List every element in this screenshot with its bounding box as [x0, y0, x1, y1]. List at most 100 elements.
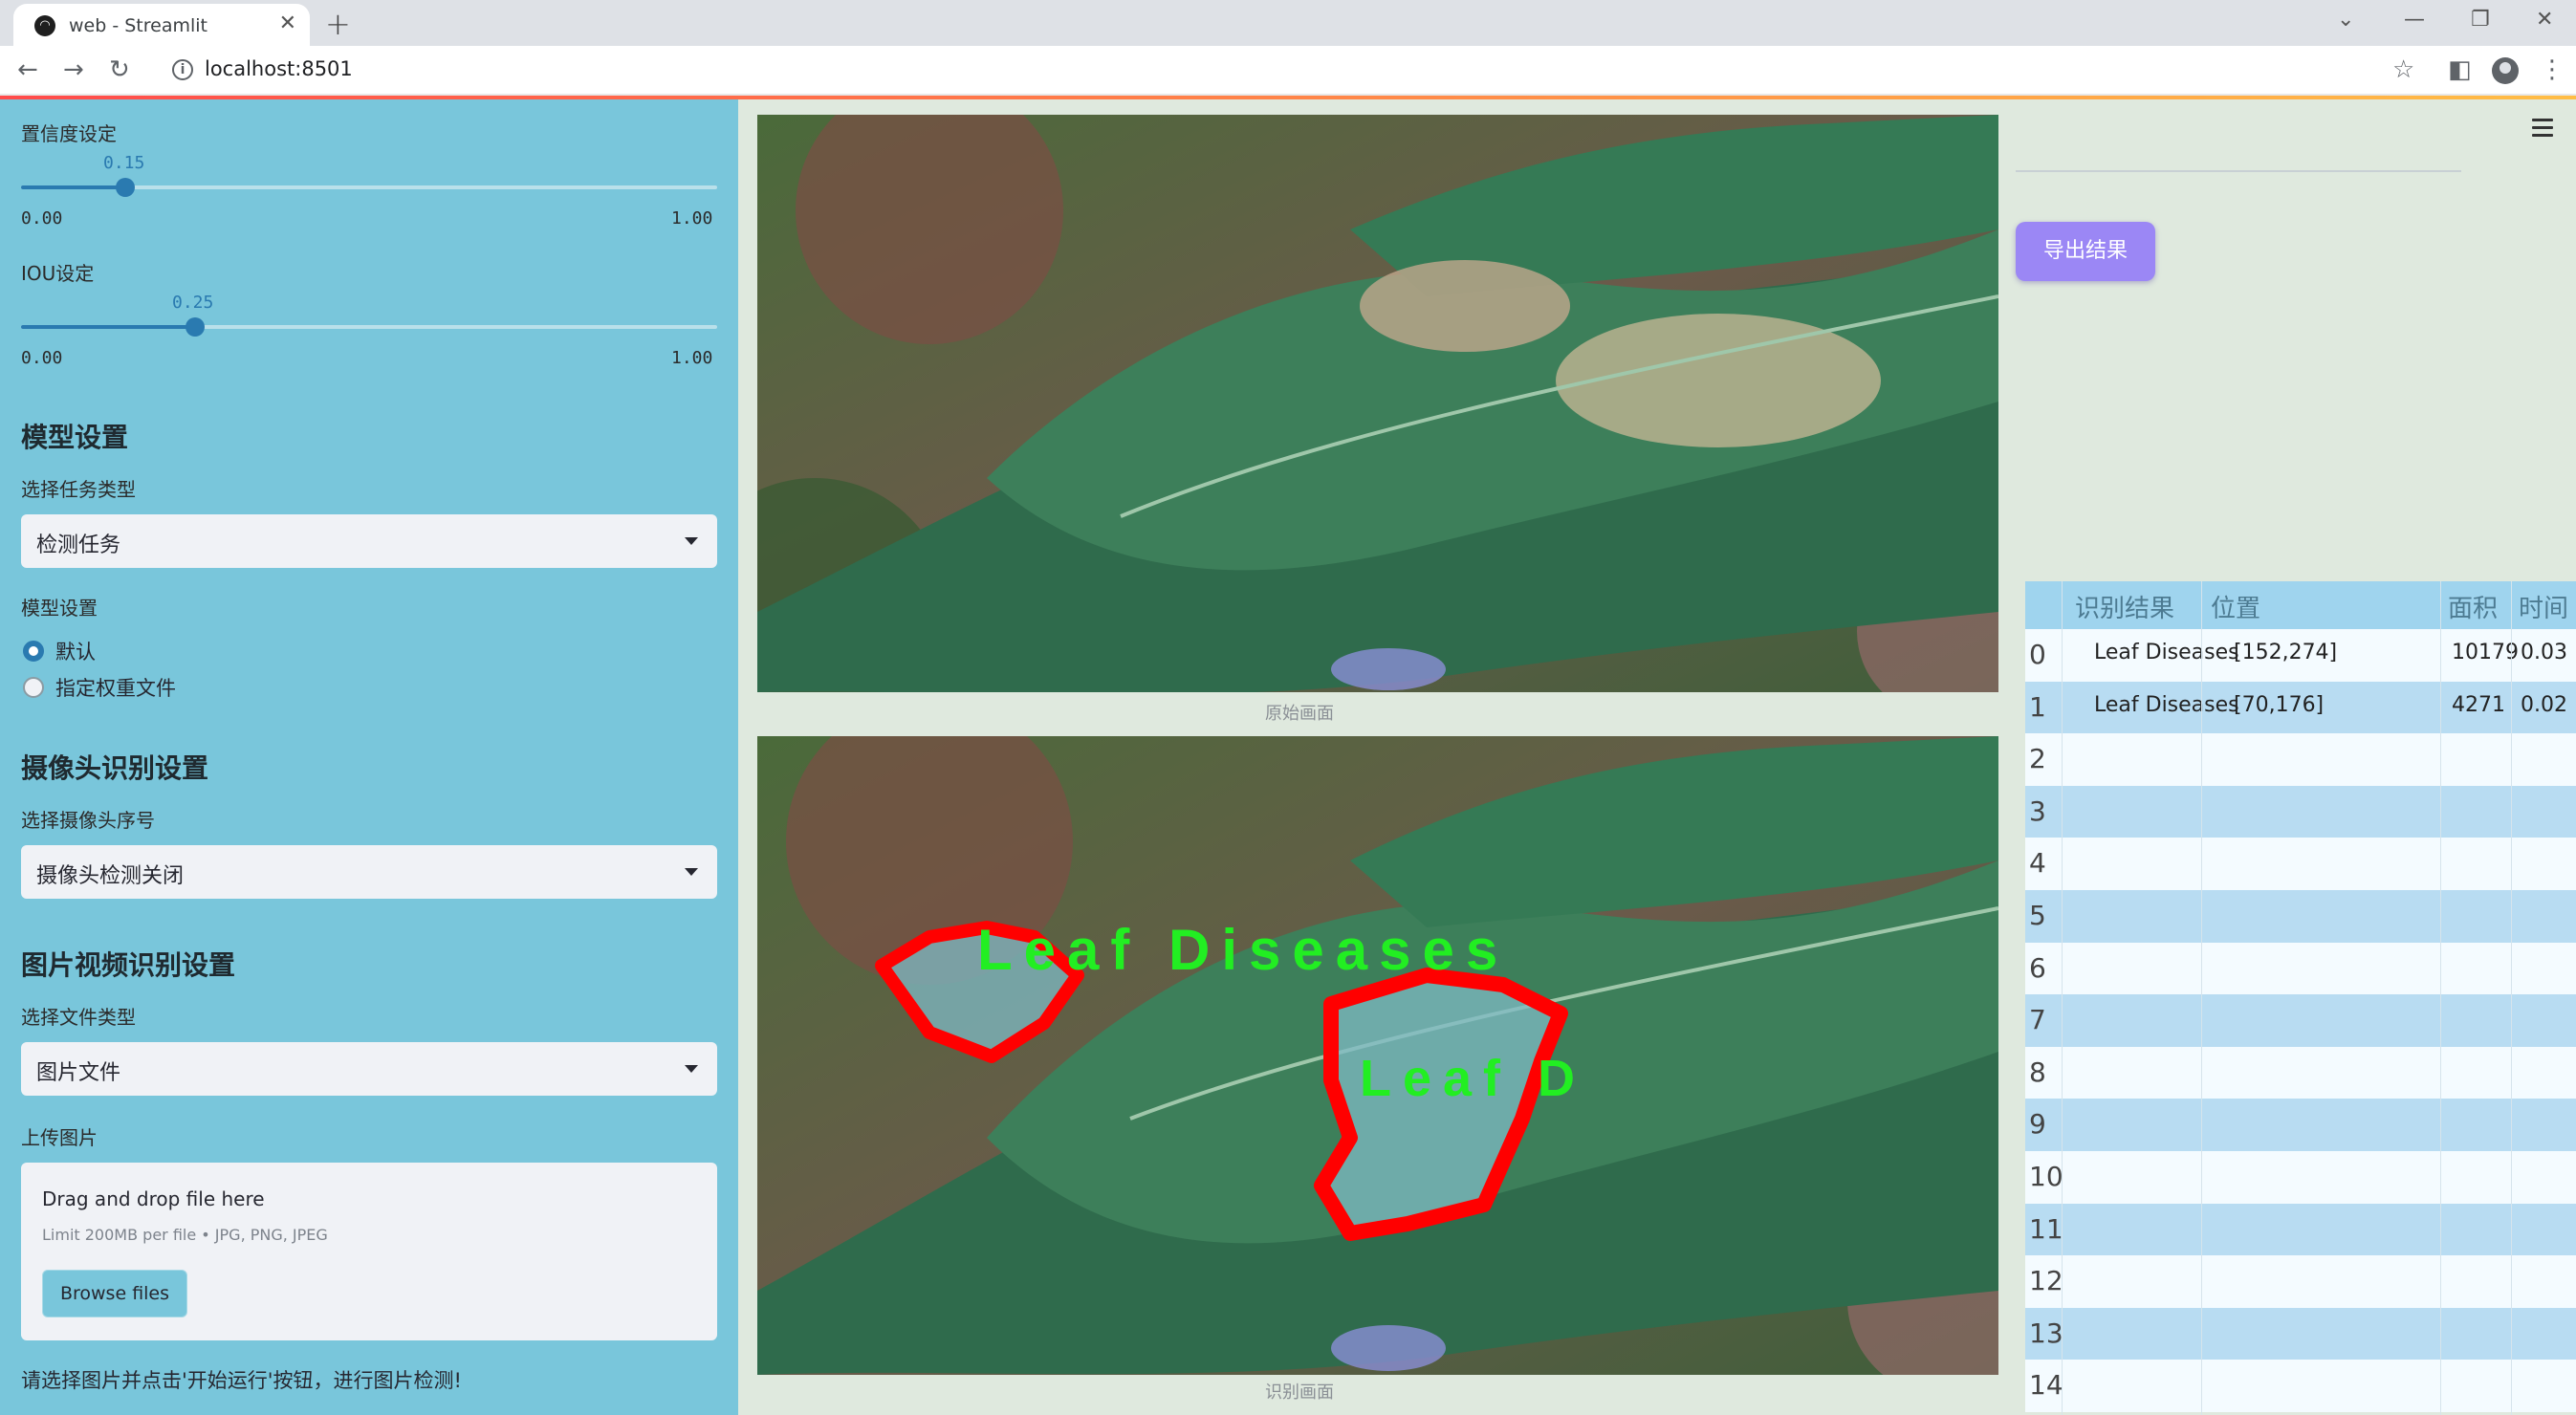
task-select[interactable]: 检测任务: [21, 514, 717, 568]
results-table: 识别结果 位置 面积 时间 0 Leaf Diseases [152,274] 101…: [2025, 581, 2576, 1415]
table-row[interactable]: 1 Leaf Diseases [70,176] 4271 0.02: [2025, 681, 2576, 734]
iou-slider-thumb[interactable]: [186, 317, 205, 337]
table-row[interactable]: 12: [2025, 1255, 2576, 1308]
model-heading: 模型设置: [21, 422, 129, 453]
col-time[interactable]: 时间: [2519, 589, 2568, 624]
confidence-slider-thumb[interactable]: [116, 178, 135, 197]
window-close-icon[interactable]: ✕: [2536, 8, 2553, 32]
back-icon[interactable]: ←: [17, 55, 38, 84]
chevron-down-icon: [685, 537, 698, 545]
detection-label: Leaf Diseases: [977, 918, 1509, 982]
col-area[interactable]: 面积: [2448, 589, 2498, 624]
table-row[interactable]: 10: [2025, 1151, 2576, 1204]
table-row[interactable]: 13: [2025, 1307, 2576, 1361]
reload-icon[interactable]: ↻: [109, 55, 130, 84]
star-icon[interactable]: ☆: [2392, 55, 2414, 84]
camera-select[interactable]: 摄像头检测关闭: [21, 845, 717, 899]
col-separator: [2511, 581, 2512, 1415]
upload-label: 上传图片: [21, 1126, 98, 1149]
minimize-icon[interactable]: —: [2404, 8, 2425, 32]
cell-position: [70,176]: [2234, 692, 2325, 717]
table-row[interactable]: 0 Leaf Diseases [152,274] 10179 0.03: [2025, 629, 2576, 682]
table-row[interactable]: 3: [2025, 785, 2576, 838]
hamburger-icon[interactable]: [2532, 119, 2553, 142]
chevron-down-icon: [685, 868, 698, 876]
radio-weights-file[interactable]: [23, 677, 44, 698]
iou-slider-fill: [21, 325, 195, 329]
file-type-label: 选择文件类型: [21, 1006, 136, 1029]
confidence-max: 1.00: [671, 208, 713, 229]
export-results-button[interactable]: 导出结果: [2016, 222, 2155, 281]
cell-time: 0.02: [2521, 692, 2567, 717]
iou-max: 1.00: [671, 348, 713, 368]
row-index: 12: [2029, 1265, 2063, 1297]
upload-dropzone-text: Drag and drop file here: [42, 1187, 265, 1210]
menu-icon[interactable]: ⋮: [2540, 55, 2565, 84]
file-uploader[interactable]: Drag and drop file here Limit 200MB per …: [21, 1163, 717, 1340]
close-icon[interactable]: ✕: [279, 11, 296, 35]
profile-icon[interactable]: [2492, 57, 2519, 84]
model-label: 模型设置: [21, 597, 98, 620]
table-row[interactable]: 14: [2025, 1360, 2576, 1412]
row-index: 11: [2029, 1212, 2063, 1245]
table-row[interactable]: 2: [2025, 733, 2576, 786]
browser-tab[interactable]: ◠ web - Streamlit ✕: [13, 4, 310, 46]
col-separator: [2201, 581, 2202, 1415]
sidebar-icon[interactable]: ◧: [2448, 55, 2472, 84]
iou-min: 0.00: [21, 348, 63, 368]
confidence-min: 0.00: [21, 208, 63, 229]
cell-area: 10179: [2452, 641, 2519, 664]
tab-title: web - Streamlit: [69, 15, 207, 36]
table-row[interactable]: 5: [2025, 890, 2576, 943]
col-position[interactable]: 位置: [2211, 589, 2260, 624]
media-heading: 图片视频识别设置: [21, 949, 236, 981]
confidence-slider-fill: [21, 185, 125, 189]
original-image: [757, 115, 1998, 692]
row-index: 4: [2029, 847, 2046, 880]
table-row[interactable]: 9: [2025, 1099, 2576, 1151]
row-index: 9: [2029, 1108, 2046, 1141]
result-image: Leaf Diseases Leaf D: [757, 736, 1998, 1375]
table-row[interactable]: 7: [2025, 994, 2576, 1047]
radio-default-label[interactable]: 默认: [55, 637, 96, 665]
row-index: 3: [2029, 795, 2046, 827]
confidence-slider[interactable]: [21, 178, 717, 197]
original-caption: 原始画面: [1265, 704, 1334, 724]
file-type-select[interactable]: 图片文件: [21, 1042, 717, 1096]
row-index: 10: [2029, 1161, 2063, 1192]
address-bar: ← → ↻ i localhost:8501 ☆ ◧ ⋮: [0, 46, 2576, 96]
cell-position: [152,274]: [2234, 641, 2338, 664]
upload-limit-text: Limit 200MB per file • JPG, PNG, JPEG: [42, 1226, 328, 1244]
table-row[interactable]: 8: [2025, 1046, 2576, 1099]
result-caption: 识别画面: [1265, 1382, 1334, 1403]
detection-label-2: Leaf D: [1360, 1050, 1586, 1107]
cell-time: 0.03: [2521, 641, 2567, 664]
row-index: 0: [2029, 639, 2046, 670]
radio-default[interactable]: [23, 641, 44, 662]
col-result[interactable]: 识别结果: [2075, 589, 2174, 624]
browse-files-button[interactable]: Browse files: [42, 1270, 187, 1317]
radio-weights-file-label[interactable]: 指定权重文件: [55, 673, 176, 702]
plus-icon[interactable]: +: [325, 6, 351, 42]
camera-label: 选择摄像头序号: [21, 809, 155, 832]
table-row[interactable]: 6: [2025, 942, 2576, 995]
table-row[interactable]: 4: [2025, 838, 2576, 890]
camera-select-value: 摄像头检测关闭: [36, 864, 185, 888]
confidence-value: 0.15: [103, 153, 145, 173]
iou-label: IOU设定: [21, 262, 95, 285]
streamlit-favicon-icon: ◠: [34, 15, 55, 36]
chevron-down-icon[interactable]: ⌄: [2337, 8, 2354, 32]
row-index: 6: [2029, 951, 2046, 984]
row-index: 7: [2029, 1004, 2046, 1036]
url-field[interactable]: localhost:8501: [205, 57, 353, 80]
row-index: 5: [2029, 900, 2046, 931]
iou-slider[interactable]: [21, 317, 717, 337]
info-icon[interactable]: i: [172, 59, 193, 80]
panel-divider: [2016, 170, 2461, 172]
row-index: 13: [2029, 1317, 2063, 1349]
table-header: 识别结果 位置 面积 时间: [2025, 581, 2576, 629]
restore-icon[interactable]: ❐: [2471, 8, 2490, 32]
col-separator: [2440, 581, 2441, 1415]
forward-icon[interactable]: →: [63, 55, 84, 84]
table-row[interactable]: 11: [2025, 1203, 2576, 1256]
